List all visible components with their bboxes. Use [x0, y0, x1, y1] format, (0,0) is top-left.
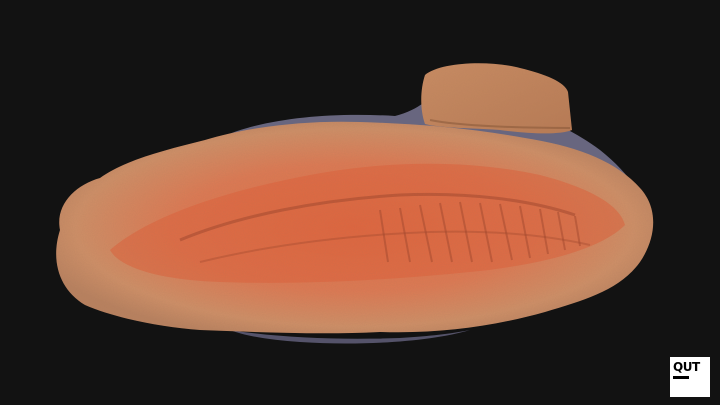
qut-logo-bar: [673, 376, 689, 379]
qut-logo: QUT: [670, 357, 710, 397]
fossil-impression: [56, 121, 654, 334]
image-viewport: QUT: [0, 0, 720, 405]
qut-logo-text: QUT: [673, 360, 700, 374]
fossil-scan-render: [56, 63, 654, 344]
